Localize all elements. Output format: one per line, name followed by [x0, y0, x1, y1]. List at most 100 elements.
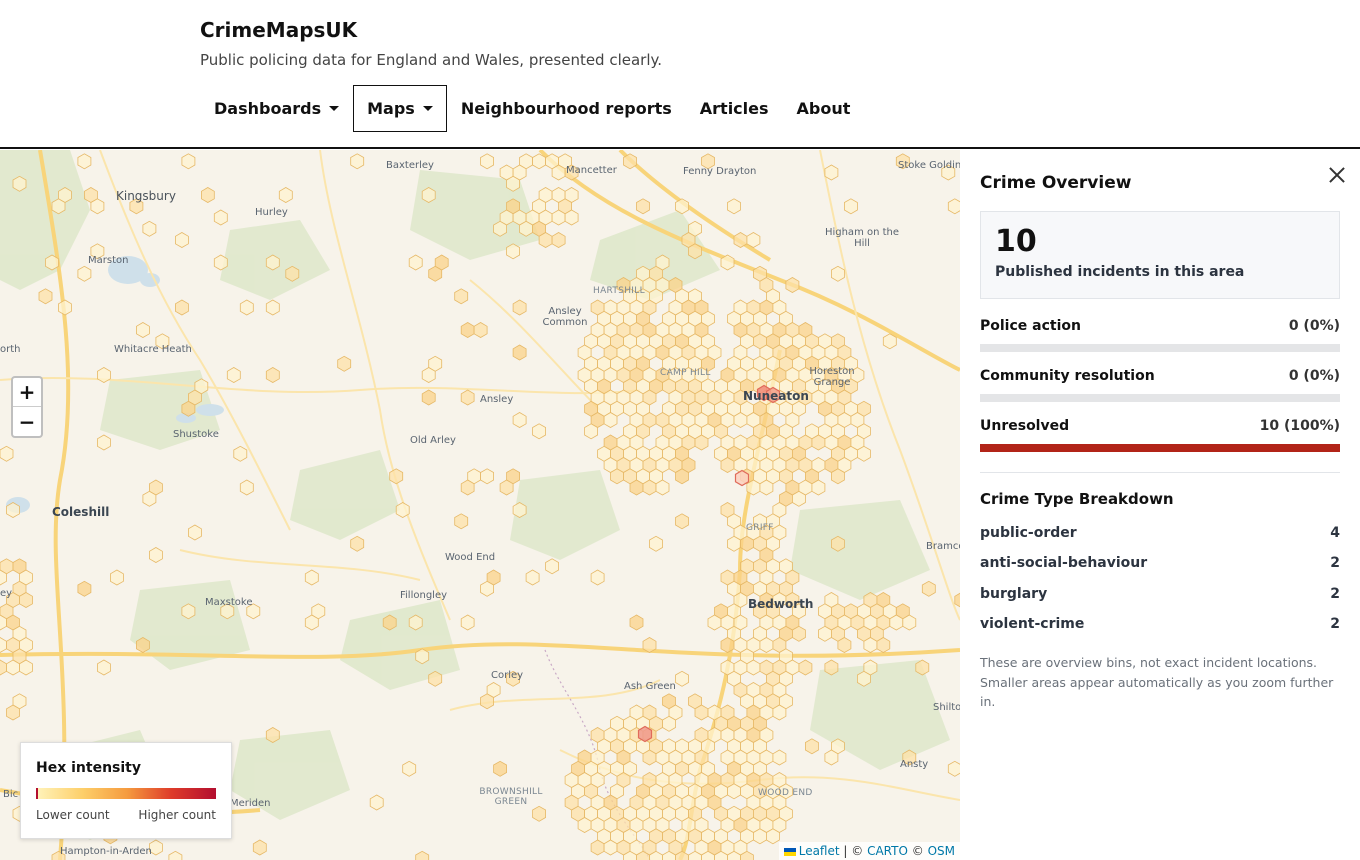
hex-bin[interactable] — [97, 659, 111, 676]
close-icon[interactable] — [1326, 164, 1348, 186]
hex-bin[interactable] — [265, 727, 280, 743]
hex-bin[interactable] — [694, 704, 709, 721]
hex-bin[interactable] — [675, 513, 689, 530]
hex-bin[interactable] — [603, 839, 618, 856]
hex-bin[interactable] — [675, 198, 689, 215]
hex-bin[interactable] — [304, 569, 319, 586]
hex-bin[interactable] — [6, 704, 20, 721]
hex-bin[interactable] — [77, 265, 92, 282]
hex-bin[interactable] — [551, 164, 566, 181]
hex-bin[interactable] — [863, 637, 878, 653]
hex-bin[interactable] — [6, 659, 20, 676]
hex-bin[interactable] — [226, 367, 241, 383]
hex-bin[interactable] — [213, 209, 228, 226]
hex-bin[interactable] — [707, 614, 722, 631]
hex-bin[interactable] — [473, 322, 488, 338]
hex-bin[interactable] — [532, 805, 546, 822]
hex-bin[interactable] — [629, 614, 644, 631]
hex-bin[interactable] — [947, 198, 960, 215]
hex-bin[interactable] — [733, 232, 748, 248]
hex-bin[interactable] — [285, 265, 300, 282]
hex-bin[interactable] — [857, 445, 871, 462]
hex-bin[interactable] — [408, 254, 423, 271]
hex-bin[interactable] — [818, 625, 832, 642]
hex-bin-high[interactable] — [734, 469, 750, 487]
hex-bin[interactable] — [480, 580, 494, 597]
hex-bin[interactable] — [824, 659, 839, 676]
hex-bin[interactable] — [675, 670, 689, 687]
hex-bin[interactable] — [428, 670, 443, 687]
hex-bin[interactable] — [766, 828, 780, 845]
hex-bin-high[interactable] — [637, 725, 653, 743]
hex-bin[interactable] — [590, 569, 605, 586]
hex-bin[interactable] — [402, 760, 417, 777]
hex-bin[interactable] — [655, 479, 670, 496]
hex-bin[interactable] — [947, 760, 960, 777]
hex-bin[interactable] — [921, 580, 936, 597]
hex-bin[interactable] — [0, 637, 7, 653]
hex-bin[interactable] — [350, 153, 365, 170]
hex-bin[interactable] — [415, 648, 430, 665]
hex-bin[interactable] — [727, 783, 741, 800]
crime-map[interactable]: Kingsbury Baxterley Mancetter Fenny Dray… — [0, 150, 960, 860]
hex-bin[interactable] — [6, 502, 20, 518]
hex-bin[interactable] — [421, 389, 436, 406]
hex-bin[interactable] — [454, 513, 469, 530]
hex-bin[interactable] — [454, 288, 469, 305]
hex-bin[interactable] — [142, 490, 157, 507]
hex-bin[interactable] — [142, 220, 157, 237]
osm-link[interactable]: OSM — [928, 844, 955, 858]
hex-bin[interactable] — [610, 468, 624, 485]
hex-bin[interactable] — [792, 625, 806, 642]
hex-bin[interactable] — [460, 389, 475, 406]
hex-bin[interactable] — [213, 254, 228, 271]
hex-bin[interactable] — [77, 580, 92, 597]
hex-bin[interactable] — [720, 254, 735, 271]
hex-bin[interactable] — [551, 209, 566, 226]
hex-bin[interactable] — [785, 277, 800, 293]
hex-bin[interactable] — [181, 400, 196, 417]
hex-bin[interactable] — [421, 187, 436, 203]
hex-bin[interactable] — [389, 468, 404, 485]
leaflet-link[interactable]: Leaflet — [799, 844, 840, 858]
hex-bin[interactable] — [545, 558, 559, 575]
hex-bin[interactable] — [0, 445, 14, 462]
hex-bin[interactable] — [395, 502, 410, 518]
hex-bin[interactable] — [382, 614, 397, 631]
hex-bin[interactable] — [889, 614, 904, 631]
nav-dashboards[interactable]: Dashboards — [200, 85, 353, 132]
hex-bin[interactable] — [831, 535, 845, 552]
hex-bin[interactable] — [201, 187, 215, 203]
hex-bin[interactable] — [480, 153, 494, 170]
hex-bin[interactable] — [662, 715, 676, 732]
hex-bin[interactable] — [233, 445, 248, 462]
hex-bin[interactable] — [337, 355, 352, 372]
zoom-in-button[interactable]: + — [13, 378, 41, 407]
hex-bin[interactable] — [831, 265, 845, 282]
hex-bin[interactable] — [772, 704, 787, 721]
nav-maps[interactable]: Maps — [353, 85, 447, 132]
hex-bin[interactable] — [512, 299, 527, 316]
hex-bin[interactable] — [90, 198, 105, 215]
hex-bin[interactable] — [480, 468, 494, 485]
hex-bin[interactable] — [38, 288, 53, 305]
zoom-out-button[interactable]: − — [13, 407, 41, 436]
hex-bin[interactable] — [480, 693, 494, 710]
hex-bin[interactable] — [740, 535, 754, 552]
hex-bin[interactable] — [532, 423, 546, 440]
hex-bin[interactable] — [844, 198, 858, 215]
hex-bin[interactable] — [642, 637, 657, 653]
hex-bin[interactable] — [493, 760, 507, 777]
hex-bin[interactable] — [45, 254, 59, 271]
hex-bin[interactable] — [239, 299, 254, 316]
hex-bin[interactable] — [720, 637, 735, 653]
nav-neighbourhood-reports[interactable]: Neighbourhood reports — [447, 85, 686, 132]
hex-bin[interactable] — [168, 850, 183, 860]
hex-bin[interactable] — [77, 153, 92, 170]
hex-bin[interactable] — [421, 367, 436, 383]
hex-bin[interactable] — [688, 243, 702, 260]
hex-bin[interactable] — [798, 659, 813, 676]
hex-bin[interactable] — [538, 232, 553, 248]
hex-bin[interactable] — [915, 659, 930, 676]
hex-bin[interactable] — [265, 254, 280, 271]
